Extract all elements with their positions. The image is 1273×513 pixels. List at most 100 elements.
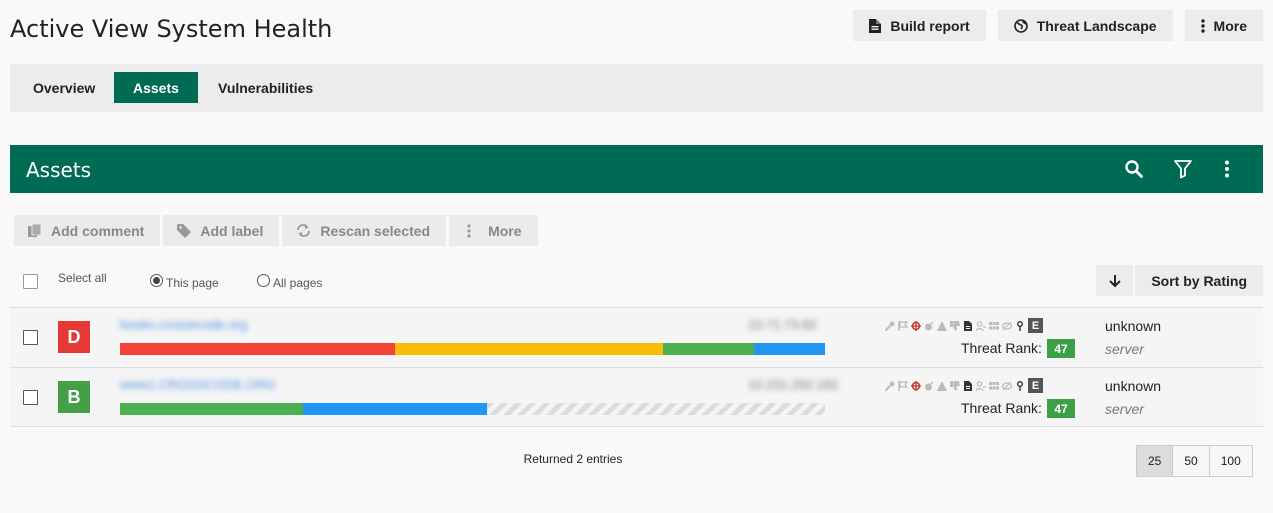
asset-type: server [1105, 401, 1144, 417]
document-icon [869, 18, 882, 33]
tab-assets[interactable]: Assets [114, 72, 198, 103]
eye-slash-icon [1002, 381, 1012, 390]
asset-ip-address: 10.231.292.182 [748, 377, 839, 392]
build-report-label: Build report [890, 17, 970, 34]
search-icon[interactable] [1124, 159, 1144, 179]
page-title: Active View System Health [10, 15, 333, 43]
rating-bar [120, 343, 825, 355]
document-icon [964, 320, 972, 331]
exposure-badge: E [1028, 378, 1043, 393]
this-page-label: This page [166, 276, 219, 290]
thumbs-down-icon [950, 380, 960, 390]
page-size-25-button[interactable]: 25 [1137, 446, 1173, 476]
bulk-toolbar: Add comment Add label Rescan selected Mo… [14, 215, 538, 246]
asset-status: unknown [1105, 378, 1162, 394]
page: Active View System Health Build report T… [0, 0, 1273, 513]
threat-rank-badge: 47 [1047, 399, 1075, 418]
top-actions: Build report Threat Landscape More [853, 10, 1263, 41]
comment-icon [28, 223, 42, 238]
flag-icon [898, 320, 908, 331]
grid-icon [989, 321, 999, 329]
globe-icon [1013, 18, 1028, 33]
flag-icon [898, 380, 908, 391]
warning-icon [937, 320, 947, 331]
table-row[interactable]: B www1.CROSSCODE.ORG 10.231.292.182 E Th… [10, 367, 1263, 427]
asset-indicator-icons: E [885, 318, 1043, 333]
more-actions-button[interactable]: More [1184, 10, 1263, 41]
key-icon [885, 381, 895, 391]
crosshair-icon [911, 320, 921, 331]
add-comment-button[interactable]: Add comment [14, 215, 161, 246]
threat-rank-badge: 47 [1047, 339, 1075, 358]
asset-type: server [1105, 341, 1144, 357]
asset-hostname-link[interactable]: books.crossecode.org [120, 317, 247, 332]
thumbs-down-icon [950, 320, 960, 330]
kebab-menu-icon[interactable] [1217, 159, 1237, 179]
bomb-icon [925, 320, 934, 330]
asset-ip-address: 10.71.73.82 [748, 317, 817, 332]
threat-landscape-button[interactable]: Threat Landscape [997, 10, 1173, 41]
arrow-down-icon [1109, 274, 1121, 287]
tag-icon [177, 223, 192, 238]
threat-rank-label: Threat Rank: [961, 400, 1042, 416]
grade-badge: D [58, 321, 90, 353]
panel-title: Assets [26, 158, 92, 182]
rating-bar-segment [394, 343, 663, 355]
location-pin-icon [1017, 320, 1023, 331]
rating-bar [120, 403, 825, 415]
asset-status: unknown [1105, 318, 1162, 334]
selection-row: Select all This page All pages [0, 262, 1273, 306]
kebab-menu-icon [467, 223, 471, 238]
user-key-icon [976, 320, 986, 331]
add-label-button[interactable]: Add label [163, 215, 280, 246]
this-page-radio[interactable] [150, 274, 163, 287]
sort-controls: Sort by Rating [1096, 265, 1263, 296]
sort-by-rating-button[interactable]: Sort by Rating [1135, 265, 1263, 296]
rescan-selected-label: Rescan selected [320, 222, 431, 239]
tab-vulnerabilities[interactable]: Vulnerabilities [199, 72, 332, 103]
more-bulk-actions-button[interactable]: More [449, 215, 538, 246]
key-icon [885, 321, 895, 331]
sort-direction-button[interactable] [1096, 265, 1134, 296]
refresh-icon [297, 224, 311, 237]
add-comment-label: Add comment [51, 222, 145, 239]
more-bulk-actions-label: More [488, 222, 522, 239]
asset-indicator-icons: E [885, 378, 1043, 393]
rating-bar-segment [486, 403, 825, 415]
rating-bar-segment [303, 403, 487, 415]
threat-landscape-label: Threat Landscape [1036, 17, 1157, 34]
user-key-icon [976, 380, 986, 391]
rating-bar-segment [120, 343, 395, 355]
select-all-label: Select all [58, 271, 107, 285]
rating-bar-segment [120, 403, 304, 415]
kebab-menu-icon [1200, 18, 1205, 33]
threat-rank-label: Threat Rank: [961, 340, 1042, 356]
eye-slash-icon [1002, 321, 1012, 330]
row-checkbox[interactable] [23, 330, 38, 345]
build-report-button[interactable]: Build report [853, 10, 986, 41]
document-icon [964, 380, 972, 391]
exposure-badge: E [1028, 318, 1043, 333]
all-pages-radio[interactable] [257, 274, 270, 287]
page-size-50-button[interactable]: 50 [1172, 446, 1209, 476]
crosshair-icon [911, 380, 921, 391]
row-checkbox[interactable] [23, 390, 38, 405]
table-row[interactable]: D books.crossecode.org 10.71.73.82 E Thr… [10, 307, 1263, 367]
asset-hostname-link[interactable]: www1.CROSSCODE.ORG [120, 377, 276, 392]
rescan-selected-button[interactable]: Rescan selected [282, 215, 447, 246]
location-pin-icon [1017, 380, 1023, 391]
select-all-checkbox[interactable] [23, 274, 38, 289]
assets-panel-header: Assets [10, 145, 1263, 193]
tab-overview[interactable]: Overview [14, 72, 114, 103]
returned-entries-text: Returned 2 entries [523, 452, 623, 466]
warning-icon [937, 380, 947, 391]
all-pages-label: All pages [273, 276, 323, 290]
page-size-100-button[interactable]: 100 [1208, 446, 1252, 476]
grid-icon [989, 381, 999, 389]
more-actions-label: More [1213, 17, 1247, 34]
bomb-icon [925, 380, 934, 390]
rating-bar-segment [754, 343, 825, 355]
filter-icon[interactable] [1173, 159, 1193, 179]
add-label-label: Add label [200, 222, 264, 239]
radio-selected-dot [153, 277, 160, 284]
